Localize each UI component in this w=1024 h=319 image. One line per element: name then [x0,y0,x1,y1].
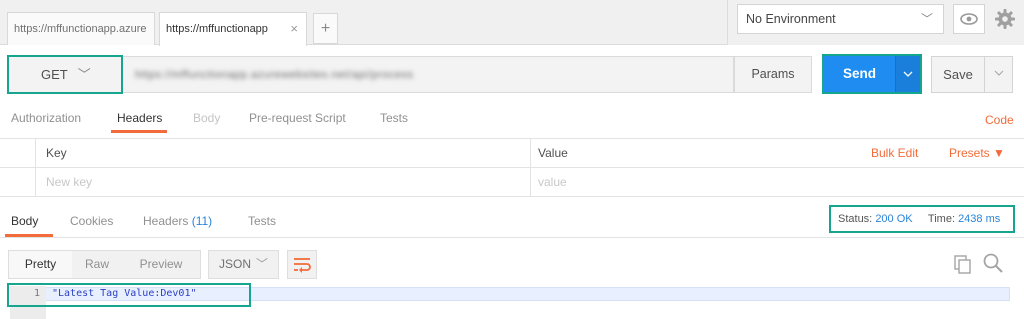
wrap-lines-button[interactable] [287,250,317,279]
environment-value: No Environment [746,12,836,26]
eye-button[interactable] [953,4,985,34]
gear-icon[interactable] [992,6,1018,32]
status-label: Status: [838,213,873,225]
copy-icon[interactable] [953,254,973,274]
params-button[interactable]: Params [734,56,812,93]
column-divider [35,139,36,197]
tab-authorization[interactable]: Authorization [11,111,81,125]
preview-button[interactable]: Preview [122,251,200,278]
response-tab-headers[interactable]: Headers (11) [143,214,212,228]
chevron-down-icon: ﹀ [255,257,268,271]
request-tab-label: https://mffunctionapp [166,23,268,35]
value-column-header: Value [538,146,568,160]
save-button[interactable]: Save [931,56,985,93]
chevron-down-icon [903,71,913,77]
tab-tests[interactable]: Tests [380,111,408,125]
method-select[interactable]: GET ﹀ [7,55,123,94]
request-tab-active[interactable]: https://mffunctionapp × [159,12,307,46]
active-tab-indicator [111,130,167,133]
send-dropdown-button[interactable] [895,56,920,92]
request-tab[interactable]: https://mffunctionapp.azure [7,12,155,45]
response-tab-headers-label: Headers [143,214,189,228]
new-key-input[interactable]: New key [46,168,92,197]
chevron-down-icon: ﹀ [77,67,91,82]
presets-dropdown[interactable]: Presets ▼ [949,146,1005,160]
method-value: GET [41,67,68,82]
tab-pre-request-script[interactable]: Pre-request Script [249,111,346,125]
tab-body[interactable]: Body [193,111,220,125]
table-row: New key value [0,168,1024,197]
time-label: Time: [927,213,955,225]
send-button[interactable]: Send [824,56,895,92]
wrap-icon [294,258,311,273]
new-value-input[interactable]: value [538,168,567,197]
format-value: JSON [219,257,252,271]
send-button-group: Send [822,54,922,94]
response-tab-tests[interactable]: Tests [248,214,276,228]
close-icon[interactable]: × [290,13,298,45]
response-tab-body[interactable]: Body [11,214,38,228]
response-meta: Status: 200 OK Time: 2438 ms [829,205,1015,233]
active-tab-indicator [5,234,53,237]
save-dropdown-button[interactable] [985,56,1013,93]
response-body-highlight-box [7,283,251,307]
search-icon[interactable] [982,252,1004,274]
url-value: https://mffunctionapp.azurewebsites.net/… [135,69,414,81]
eye-icon [960,13,978,25]
chevron-down-icon: ﹀ [920,12,933,26]
add-tab-button[interactable]: + [313,13,338,44]
response-tab-cookies[interactable]: Cookies [70,214,113,228]
column-divider [530,139,531,197]
status-value: 200 OK [875,213,913,225]
request-tab-label: https://mffunctionapp.azure [14,23,147,35]
headers-count-badge: (11) [191,214,213,228]
view-mode-group: Pretty Raw Preview [8,250,201,279]
raw-button[interactable]: Raw [72,251,122,278]
code-link[interactable]: Code [985,113,1014,127]
time-value: 2438 ms [958,213,1001,225]
pretty-button[interactable]: Pretty [9,251,72,278]
url-input[interactable]: https://mffunctionapp.azurewebsites.net/… [123,56,734,93]
format-select[interactable]: JSON ﹀ [208,250,279,279]
bulk-edit-link[interactable]: Bulk Edit [871,146,918,160]
key-column-header: Key [46,146,67,160]
chevron-down-icon [994,70,1003,76]
tab-headers[interactable]: Headers [117,111,162,125]
environment-select[interactable]: No Environment ﹀ [737,4,944,34]
